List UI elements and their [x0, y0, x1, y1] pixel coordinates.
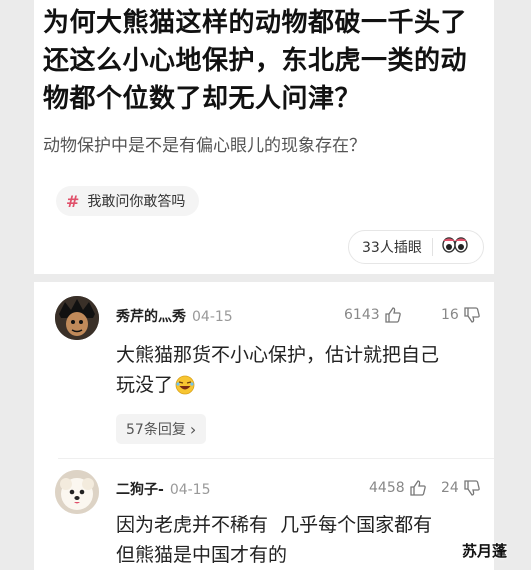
comment-line-text: 玩没了 — [116, 374, 174, 396]
username-text[interactable]: 二狗子- — [116, 482, 164, 498]
replies-button[interactable]: 57条回复 › — [116, 414, 207, 444]
comment-line: 因为老虎并不稀有 几乎每个国家都有 — [116, 514, 433, 536]
thumb-up-icon — [409, 480, 426, 496]
comment-text: 大熊猫那货不小心保护，估计就把自己 玩没了 — [116, 340, 486, 400]
comment-line: 但熊猫是中国才有的 — [116, 544, 288, 566]
comment-date: 04-15 — [169, 482, 211, 498]
thumb-down-icon — [464, 307, 480, 323]
comment-divider — [58, 458, 494, 459]
comment-date: 04-15 — [192, 309, 233, 325]
hash-icon: # — [66, 191, 80, 211]
viewers-count: 33人插眼 — [362, 240, 422, 256]
comment-line: 大熊猫那货不小心保护，估计就把自己 — [116, 344, 440, 366]
avatar[interactable] — [55, 470, 99, 514]
replies-count: 57条回复 — [126, 422, 186, 438]
pill-divider — [431, 238, 433, 256]
like-button[interactable]: 4458 — [369, 479, 427, 497]
thumb-down-icon — [464, 480, 480, 496]
like-count: 6143 — [344, 307, 380, 323]
username-text[interactable]: 秀芹的灬秀 — [116, 309, 186, 325]
laughing-emoji-icon — [175, 375, 195, 395]
dislike-count: 16 — [441, 307, 459, 323]
avatar[interactable] — [55, 296, 99, 340]
comment-username[interactable]: 二狗子- 04-15 — [116, 479, 211, 499]
dislike-button[interactable]: 24 — [441, 479, 481, 497]
thumb-up-icon — [384, 307, 401, 323]
eyes-icon[interactable] — [442, 236, 468, 258]
like-count: 4458 — [369, 480, 405, 496]
comment-line: 玩没了 — [116, 370, 486, 400]
like-button[interactable]: 6143 — [344, 306, 402, 324]
chevron-right-icon: › — [189, 419, 197, 439]
topic-tag[interactable]: # 我敢问你敢答吗 — [56, 186, 200, 216]
viewers-pill[interactable]: 33人插眼 — [348, 230, 484, 264]
dislike-button[interactable]: 16 — [441, 306, 481, 324]
question-title[interactable]: 为何大熊猫这样的动物都破一千头了还这么小心地保护，东北虎一类的动物都个位数了却无… — [43, 4, 493, 118]
question-subtitle: 动物保护中是不是有偏心眼儿的现象存在？ — [43, 136, 366, 156]
comment-username[interactable]: 秀芹的灬秀 04-15 — [116, 306, 233, 326]
watermark: 苏月蓬 — [462, 542, 508, 560]
topic-tag-label: 我敢问你敢答吗 — [87, 194, 186, 210]
dislike-count: 24 — [441, 480, 459, 496]
comment-text: 因为老虎并不稀有 几乎每个国家都有 但熊猫是中国才有的 — [116, 510, 486, 570]
